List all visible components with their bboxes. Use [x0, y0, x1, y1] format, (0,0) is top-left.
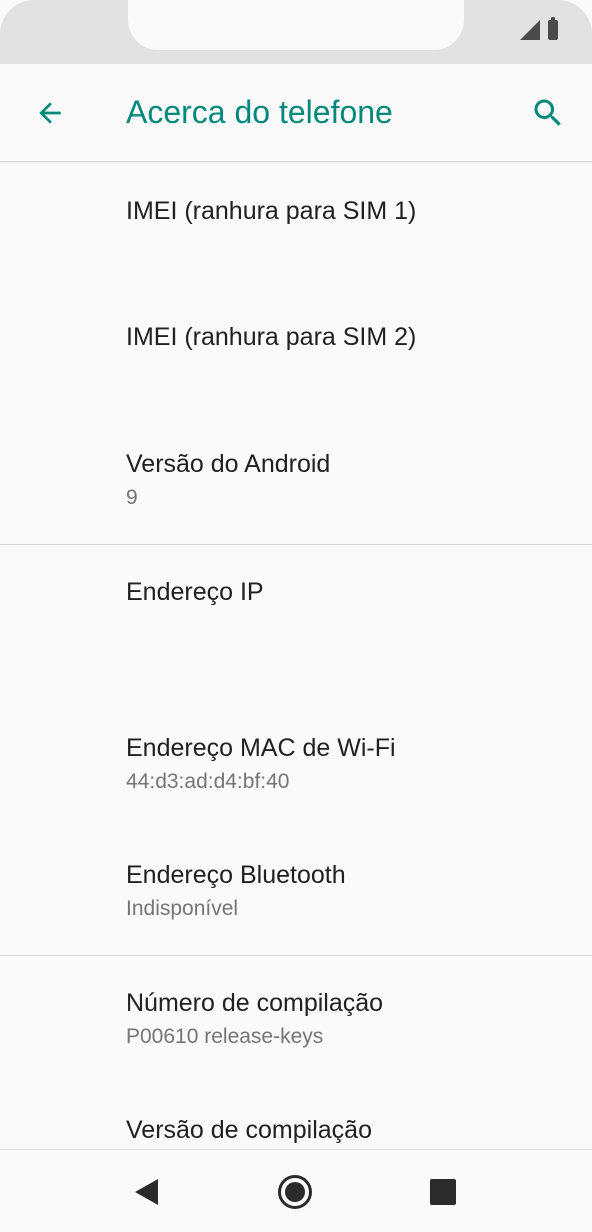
list-item-title: IMEI (ranhura para SIM 2) [126, 323, 417, 351]
list-item-summary: 9 [126, 486, 138, 509]
list-item-ip-address[interactable]: Endereço IP [126, 576, 572, 608]
list-item-summary: Indisponível [126, 897, 239, 920]
list-item-title: Endereço IP [126, 578, 264, 606]
list-item-imei-sim1[interactable]: IMEI (ranhura para SIM 1) [126, 195, 572, 227]
list-item-title: Endereço MAC de Wi-Fi [126, 734, 396, 762]
nav-recents-button[interactable] [421, 1170, 465, 1214]
list-item-android-version[interactable]: Versão do Android 9 [126, 448, 572, 512]
nav-recents-icon [430, 1179, 456, 1205]
nav-home-button[interactable] [273, 1170, 317, 1214]
app-bar: Acerca do telefone [0, 64, 592, 162]
navigation-bar [0, 1149, 592, 1232]
divider [0, 955, 592, 956]
display-notch [128, 0, 464, 50]
status-bar [0, 0, 592, 64]
list-item-title: Versão de compilação [126, 1116, 372, 1144]
list-item-build-version[interactable]: Versão de compilação [126, 1114, 572, 1146]
nav-back-button[interactable] [124, 1170, 168, 1214]
signal-icon [520, 20, 540, 40]
nav-back-icon [135, 1179, 158, 1205]
arrow-back-icon [39, 102, 61, 124]
list-item-title: Endereço Bluetooth [126, 861, 346, 889]
status-icons [520, 17, 558, 40]
list-item-imei-sim2[interactable]: IMEI (ranhura para SIM 2) [126, 321, 572, 353]
nav-home-icon [278, 1175, 312, 1209]
battery-icon [548, 17, 558, 40]
list-item-title: IMEI (ranhura para SIM 1) [126, 197, 417, 225]
list-item-summary: P00610 release-keys [126, 1025, 324, 1048]
list-item-title: Versão do Android [126, 450, 331, 478]
list-item-bluetooth-address[interactable]: Endereço Bluetooth Indisponível [126, 859, 572, 923]
divider [0, 544, 592, 545]
settings-list: IMEI (ranhura para SIM 1) IMEI (ranhura … [0, 163, 592, 1149]
list-item-build-number[interactable]: Número de compilação P00610 release-keys [126, 987, 572, 1051]
list-item-wifi-mac[interactable]: Endereço MAC de Wi-Fi 44:d3:ad:d4:bf:40 [126, 732, 572, 796]
back-button[interactable] [26, 89, 74, 137]
search-button[interactable] [524, 89, 572, 137]
list-item-title: Número de compilação [126, 989, 384, 1017]
list-item-summary: 44:d3:ad:d4:bf:40 [126, 770, 290, 793]
page-title: Acerca do telefone [126, 94, 393, 130]
search-icon [534, 99, 561, 126]
